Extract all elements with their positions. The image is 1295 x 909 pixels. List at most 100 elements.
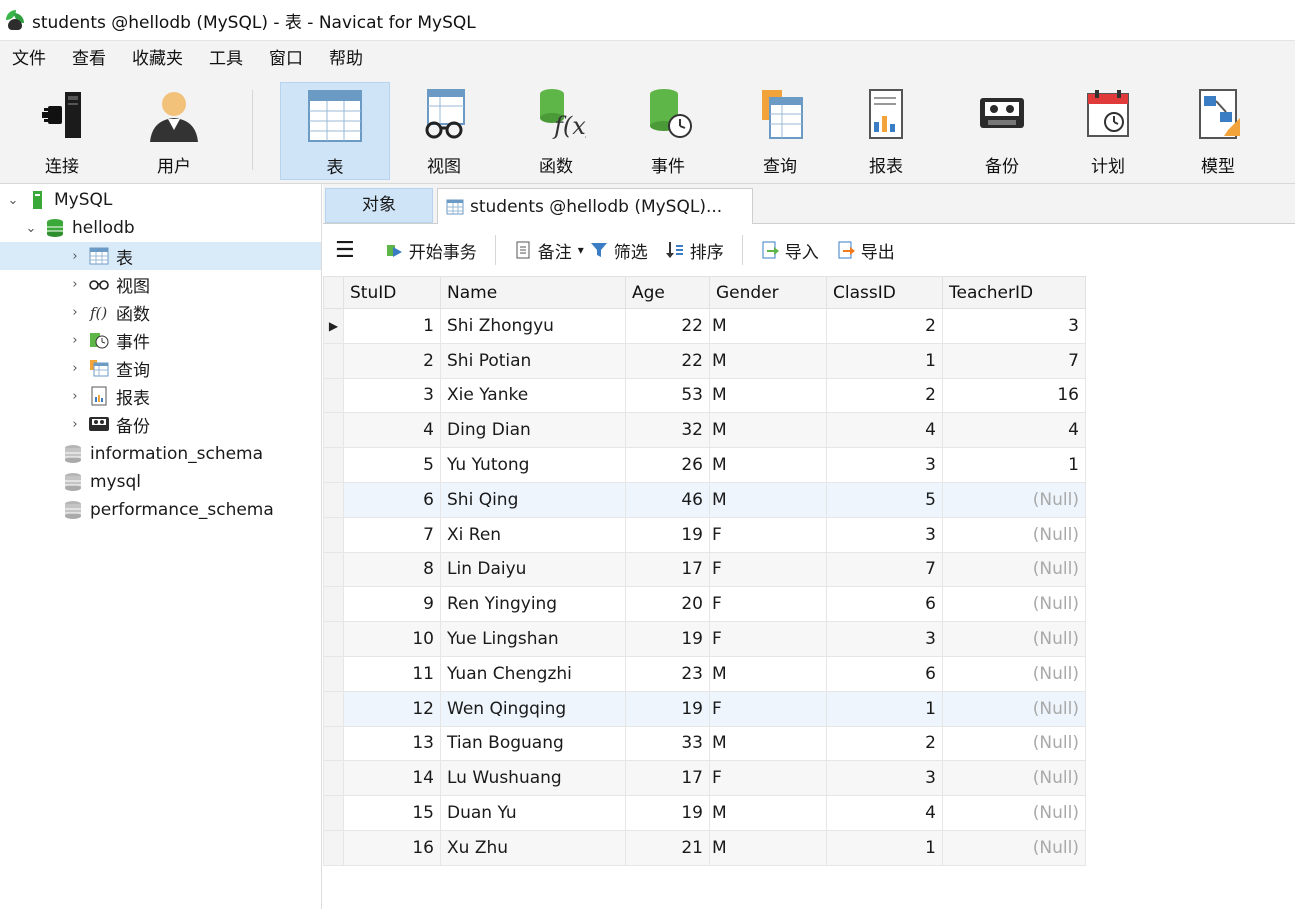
- cell-classid[interactable]: 1: [826, 342, 943, 379]
- cell-gender[interactable]: F: [709, 621, 827, 657]
- cell-age[interactable]: 17: [625, 551, 710, 588]
- cell-stuid[interactable]: 10: [343, 621, 441, 657]
- cell-age[interactable]: 53: [625, 377, 710, 414]
- cell-name[interactable]: Ren Yingying: [440, 586, 626, 623]
- cell-teacherid[interactable]: 3: [942, 308, 1086, 344]
- cell-classid[interactable]: 2: [826, 308, 943, 344]
- cell-classid[interactable]: 1: [826, 690, 943, 727]
- cell-gender[interactable]: M: [709, 412, 827, 449]
- cell-name[interactable]: Shi Potian: [440, 342, 626, 379]
- cell-name[interactable]: Lu Wushuang: [440, 760, 626, 797]
- row-indicator[interactable]: ▶: [323, 308, 344, 344]
- cell-name[interactable]: Duan Yu: [440, 795, 626, 831]
- cell-classid[interactable]: 3: [826, 447, 943, 483]
- tree-item-backups[interactable]: › 备份: [66, 410, 150, 438]
- cell-age[interactable]: 33: [625, 725, 710, 762]
- cell-age[interactable]: 23: [625, 655, 710, 692]
- menu-view[interactable]: 查看: [59, 41, 119, 77]
- chevron-right-icon[interactable]: ›: [66, 305, 84, 320]
- chevron-right-icon[interactable]: ›: [66, 277, 84, 292]
- tree-item-views[interactable]: › 视图: [66, 270, 150, 298]
- cell-name[interactable]: Xie Yanke: [440, 377, 626, 414]
- cell-teacherid[interactable]: (Null): [942, 655, 1086, 692]
- cell-stuid[interactable]: 12: [343, 690, 441, 727]
- model-button[interactable]: 模型: [1178, 82, 1258, 180]
- tree-item-queries[interactable]: › 查询: [66, 354, 150, 382]
- row-indicator[interactable]: [323, 725, 344, 762]
- cell-gender[interactable]: F: [709, 516, 827, 553]
- menu-window[interactable]: 窗口: [256, 41, 316, 77]
- cell-gender[interactable]: M: [709, 795, 827, 831]
- table-row[interactable]: 5 Yu Yutong 26 M 3 1: [323, 447, 1086, 483]
- table-row[interactable]: 4 Ding Dian 32 M 4 4: [323, 412, 1086, 449]
- table-row[interactable]: 9 Ren Yingying 20 F 6 (Null): [323, 586, 1086, 623]
- cell-teacherid[interactable]: 1: [942, 447, 1086, 483]
- cell-stuid[interactable]: 11: [343, 655, 441, 692]
- table-row[interactable]: 8 Lin Daiyu 17 F 7 (Null): [323, 551, 1086, 588]
- column-header-age[interactable]: Age: [625, 276, 710, 309]
- cell-age[interactable]: 26: [625, 447, 710, 483]
- cell-teacherid[interactable]: (Null): [942, 551, 1086, 588]
- menu-tools[interactable]: 工具: [196, 41, 256, 77]
- table-button[interactable]: 表: [280, 82, 390, 180]
- function-button[interactable]: f(x) 函数: [516, 82, 596, 180]
- note-button[interactable]: 备注 ▾: [514, 224, 584, 276]
- cell-gender[interactable]: M: [709, 308, 827, 344]
- cell-name[interactable]: Ding Dian: [440, 412, 626, 449]
- report-button[interactable]: 报表: [846, 82, 926, 180]
- tab-objects[interactable]: 对象: [325, 188, 433, 223]
- query-button[interactable]: 查询: [740, 82, 820, 180]
- cell-classid[interactable]: 3: [826, 760, 943, 797]
- table-row[interactable]: 11 Yuan Chengzhi 23 M 6 (Null): [323, 655, 1086, 692]
- cell-stuid[interactable]: 4: [343, 412, 441, 449]
- cell-classid[interactable]: 2: [826, 377, 943, 414]
- column-header-name[interactable]: Name: [440, 276, 626, 309]
- event-button[interactable]: 事件: [628, 82, 708, 180]
- cell-teacherid[interactable]: (Null): [942, 481, 1086, 518]
- cell-classid[interactable]: 5: [826, 481, 943, 518]
- row-indicator[interactable]: [323, 551, 344, 588]
- tree-item-mysql-connection[interactable]: ⌄ MySQL: [4, 186, 113, 214]
- menu-help[interactable]: 帮助: [316, 41, 376, 77]
- cell-age[interactable]: 19: [625, 795, 710, 831]
- cell-age[interactable]: 20: [625, 586, 710, 623]
- tree-item-mysql[interactable]: mysql: [40, 468, 141, 496]
- column-header-gender[interactable]: Gender: [709, 276, 827, 309]
- table-row[interactable]: 6 Shi Qing 46 M 5 (Null): [323, 481, 1086, 518]
- schedule-button[interactable]: 计划: [1068, 82, 1148, 180]
- cell-teacherid[interactable]: 16: [942, 377, 1086, 414]
- row-indicator[interactable]: [323, 655, 344, 692]
- table-row[interactable]: ▶ 1 Shi Zhongyu 22 M 2 3: [323, 308, 1086, 344]
- cell-teacherid[interactable]: (Null): [942, 516, 1086, 553]
- row-indicator[interactable]: [323, 342, 344, 379]
- chevron-down-icon[interactable]: ⌄: [4, 193, 22, 208]
- cell-stuid[interactable]: 8: [343, 551, 441, 588]
- menu-file[interactable]: 文件: [0, 41, 59, 77]
- cell-classid[interactable]: 1: [826, 829, 943, 866]
- cell-classid[interactable]: 6: [826, 655, 943, 692]
- cell-gender[interactable]: F: [709, 690, 827, 727]
- cell-teacherid[interactable]: 4: [942, 412, 1086, 449]
- cell-classid[interactable]: 6: [826, 586, 943, 623]
- table-row[interactable]: 13 Tian Boguang 33 M 2 (Null): [323, 725, 1086, 762]
- cell-stuid[interactable]: 14: [343, 760, 441, 797]
- table-row[interactable]: 16 Xu Zhu 21 M 1 (Null): [323, 829, 1086, 866]
- backup-button[interactable]: 备份: [962, 82, 1042, 180]
- cell-name[interactable]: Xi Ren: [440, 516, 626, 553]
- cell-teacherid[interactable]: (Null): [942, 725, 1086, 762]
- table-row[interactable]: 10 Yue Lingshan 19 F 3 (Null): [323, 621, 1086, 657]
- chevron-right-icon[interactable]: ›: [66, 333, 84, 348]
- cell-age[interactable]: 17: [625, 760, 710, 797]
- row-indicator[interactable]: [323, 690, 344, 727]
- cell-stuid[interactable]: 13: [343, 725, 441, 762]
- import-button[interactable]: 导入: [761, 224, 819, 276]
- tree-item-performance-schema[interactable]: performance_schema: [40, 496, 274, 524]
- cell-stuid[interactable]: 1: [343, 308, 441, 344]
- connect-button[interactable]: 连接: [22, 82, 102, 180]
- cell-name[interactable]: Shi Zhongyu: [440, 308, 626, 344]
- cell-name[interactable]: Shi Qing: [440, 481, 626, 518]
- cell-gender[interactable]: F: [709, 551, 827, 588]
- tree-item-hellodb[interactable]: ⌄ hellodb: [22, 214, 135, 242]
- row-indicator[interactable]: [323, 447, 344, 483]
- cell-teacherid[interactable]: (Null): [942, 586, 1086, 623]
